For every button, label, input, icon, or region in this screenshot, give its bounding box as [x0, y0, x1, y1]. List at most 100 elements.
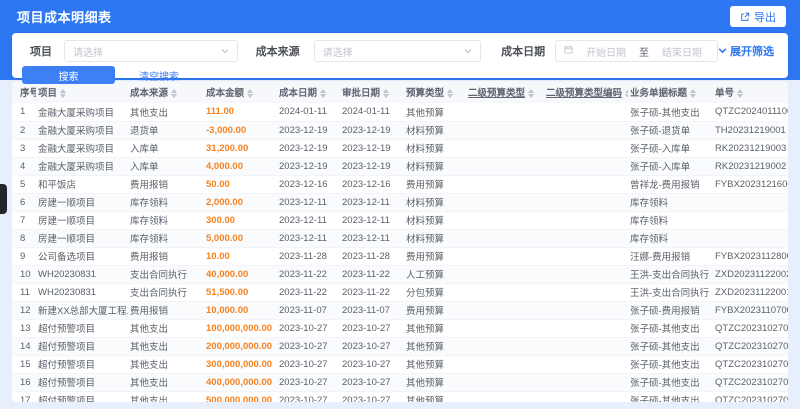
cell-project: 金融大厦采购项目 — [36, 103, 128, 122]
table-row[interactable]: 1 金融大厦采购项目 其他支出 111.00 2024-01-11 2024-01-11 其… — [12, 103, 788, 122]
cell-index: 15 — [12, 355, 36, 374]
sort-icon[interactable] — [383, 88, 390, 98]
cell-sub_budget_code — [544, 229, 628, 248]
column-header-cost_date[interactable]: 成本日期 — [277, 81, 340, 103]
cell-sub_budget_code — [544, 391, 628, 402]
cell-sub_budget_code — [544, 337, 628, 356]
cost-source-select-placeholder: 请选择 — [322, 47, 353, 59]
table-row[interactable]: 10 WH20230831 支出合同执行 40,000.00 2023-11-22 202… — [12, 265, 788, 284]
sort-icon[interactable] — [320, 88, 327, 98]
table-row[interactable]: 8 房建一顺项目 库存领料 5,000.00 2023-12-11 2023-12-11 材… — [12, 229, 788, 248]
table-row[interactable]: 3 金融大厦采购项目 入库单 31,200.00 2023-12-19 2023-12-1… — [12, 139, 788, 158]
project-select-placeholder: 请选择 — [73, 47, 103, 59]
cell-amount: 50.00 — [204, 175, 277, 194]
cell-sub_budget_type — [466, 211, 544, 230]
cell-index: 16 — [12, 373, 36, 392]
column-header-project[interactable]: 项目 — [36, 81, 128, 103]
cell-budget_type: 材料预算 — [404, 193, 466, 212]
column-header-doc_title[interactable]: 业务单据标题 — [628, 81, 713, 103]
cell-budget_type: 其他预算 — [404, 391, 466, 402]
clear-search-link[interactable]: 清空搜索 — [139, 68, 179, 83]
cell-cost_date: 2023-11-28 — [277, 247, 340, 266]
cell-project: 新建XX总部大厦工程二期 — [36, 301, 128, 320]
cell-budget_type: 其他预算 — [404, 337, 466, 356]
column-header-cost_source[interactable]: 成本来源 — [128, 81, 204, 103]
cost-date-range-input[interactable]: 开始日期 至 结束日期 — [555, 40, 719, 62]
cell-cost_source: 支出合同执行 — [128, 265, 204, 284]
sort-icon[interactable] — [247, 88, 254, 98]
cell-doc_title: 王洪-支出合同执行 — [628, 265, 713, 284]
table-row[interactable]: 17 超付预警项目 其他支出 500,000,000.00 2023-10-27 2023… — [12, 391, 788, 402]
export-button[interactable]: 导出 — [730, 6, 786, 27]
table-row[interactable]: 7 房建一顺项目 库存领料 300.00 2023-12-11 2023-12-11 材料预… — [12, 211, 788, 230]
table-row[interactable]: 5 和平饭店 费用报销 50.00 2023-12-16 2023-12-16 费用预算 曾祥… — [12, 175, 788, 194]
cell-doc_title: 库存领料 — [628, 211, 713, 230]
cell-sub_budget_type — [466, 265, 544, 284]
cell-doc_title: 张子硕-其他支出 — [628, 355, 713, 374]
cost-source-select[interactable]: 请选择 — [313, 40, 482, 62]
cell-approval_date: 2023-10-27 — [340, 319, 404, 338]
table-row[interactable]: 13 超付预警项目 其他支出 100,000,000.00 2023-10-27 2023… — [12, 319, 788, 338]
table-body: 1 金融大厦采购项目 其他支出 111.00 2024-01-11 2024-01-11 其… — [12, 103, 788, 402]
cell-doc_title: 库存领料 — [628, 193, 713, 212]
cell-cost_date: 2023-12-11 — [277, 229, 340, 248]
column-header-approval_date[interactable]: 审批日期 — [340, 81, 404, 103]
cell-amount: -3,000.00 — [204, 121, 277, 140]
table-row[interactable]: 11 WH20230831 支出合同执行 51,500.00 2023-11-22 202… — [12, 283, 788, 302]
cell-sub_budget_type — [466, 373, 544, 392]
sort-icon[interactable] — [737, 88, 744, 98]
table-row[interactable]: 4 金融大厦采购项目 入库单 4,000.00 2023-12-19 2023-12-19… — [12, 157, 788, 176]
column-header-doc_no[interactable]: 单号 — [713, 81, 788, 103]
start-date-placeholder: 开始日期 — [586, 47, 627, 59]
column-header-budget_type[interactable]: 预算类型 — [404, 81, 466, 103]
table-row[interactable]: 9 公司备选项目 费用报销 10.00 2023-11-28 2023-11-28 费用预算… — [12, 247, 788, 266]
table-row[interactable]: 2 金融大厦采购项目 退货单 -3,000.00 2023-12-19 2023-12-1… — [12, 121, 788, 140]
cell-doc_title: 汪娜-费用报销 — [628, 247, 713, 266]
cell-cost_date: 2023-10-27 — [277, 373, 340, 392]
cell-cost_source: 费用报销 — [128, 247, 204, 266]
project-select[interactable]: 请选择 — [64, 40, 238, 62]
table-row[interactable]: 16 超付预警项目 其他支出 400,000,000.00 2023-10-27 2023… — [12, 373, 788, 392]
sort-icon[interactable] — [171, 88, 178, 98]
cell-approval_date: 2023-12-11 — [340, 193, 404, 212]
cell-project: WH20230831 — [36, 283, 128, 302]
cell-cost_source: 退货单 — [128, 121, 204, 140]
chevron-down-icon — [718, 45, 727, 57]
table-row[interactable]: 6 房建一顺项目 库存领料 2,000.00 2023-12-11 2023-12-11 材… — [12, 193, 788, 212]
side-drawer-handle[interactable] — [0, 184, 7, 214]
cell-sub_budget_type — [466, 121, 544, 140]
cell-amount: 300.00 — [204, 211, 277, 230]
sort-icon[interactable] — [625, 88, 628, 98]
expand-filters-link[interactable]: 展开筛选 — [718, 43, 774, 59]
sort-icon[interactable] — [690, 88, 697, 98]
cell-approval_date: 2023-12-19 — [340, 121, 404, 140]
table-row[interactable]: 14 超付预警项目 其他支出 200,000,000.00 2023-10-27 2023… — [12, 337, 788, 356]
cell-approval_date: 2023-10-27 — [340, 391, 404, 402]
column-header-sub_budget_code[interactable]: 二级预算类型编码 — [544, 81, 628, 103]
sort-icon[interactable] — [60, 88, 67, 98]
cell-amount: 200,000,000.00 — [204, 337, 277, 356]
cell-index: 12 — [12, 301, 36, 320]
cell-sub_budget_type — [466, 319, 544, 338]
table-row[interactable]: 12新建XX总部大厦工程二期费用报销10,000.002023-11-07202… — [12, 301, 788, 320]
table-row[interactable]: 15 超付预警项目 其他支出 300,000,000.00 2023-10-27 2023… — [12, 355, 788, 374]
sort-icon[interactable] — [528, 88, 535, 98]
end-date-placeholder: 结束日期 — [662, 47, 703, 59]
sort-icon[interactable] — [447, 88, 454, 98]
cell-project: 超付预警项目 — [36, 391, 128, 402]
cell-project: 超付预警项目 — [36, 373, 128, 392]
column-header-amount[interactable]: 成本金额 — [204, 81, 277, 103]
cell-index: 4 — [12, 157, 36, 176]
chevron-down-icon — [464, 46, 472, 57]
search-button[interactable]: 搜索 — [22, 66, 115, 84]
titlebar: 项目成本明细表 — [0, 0, 800, 32]
cell-approval_date: 2023-11-22 — [340, 283, 404, 302]
cell-doc_title: 张子硕-入库单 — [628, 139, 713, 158]
column-header-sub_budget_type[interactable]: 二级预算类型 — [466, 81, 544, 103]
cell-index: 13 — [12, 319, 36, 338]
cell-sub_budget_code — [544, 373, 628, 392]
cell-budget_type: 其他预算 — [404, 355, 466, 374]
cell-sub_budget_code — [544, 211, 628, 230]
cell-cost_date: 2023-11-22 — [277, 283, 340, 302]
page-title: 项目成本明细表 — [17, 9, 112, 25]
